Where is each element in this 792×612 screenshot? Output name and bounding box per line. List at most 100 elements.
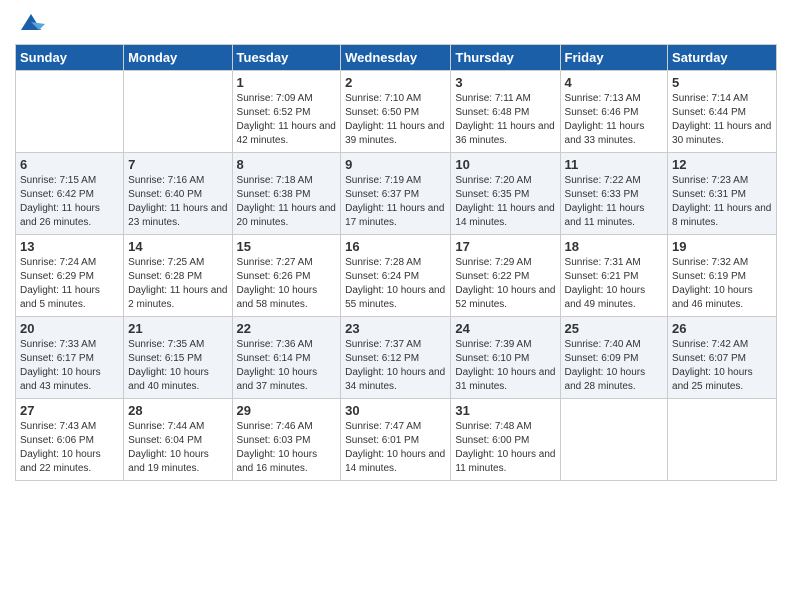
week-row-3: 13 Sunrise: 7:24 AM Sunset: 6:29 PM Dayli… (16, 235, 777, 317)
day-number: 31 (455, 403, 555, 418)
weekday-header-tuesday: Tuesday (232, 45, 341, 71)
day-number: 3 (455, 75, 555, 90)
week-row-5: 27Sunrise: 7:43 AM Sunset: 6:06 PM Dayli… (16, 399, 777, 481)
calendar-cell: 13 Sunrise: 7:24 AM Sunset: 6:29 PM Dayli… (16, 235, 124, 317)
day-number: 12 (672, 157, 772, 172)
weekday-header-friday: Friday (560, 45, 668, 71)
calendar-cell: 5 Sunrise: 7:14 AM Sunset: 6:44 PM Daylig… (668, 71, 777, 153)
day-number: 16 (345, 239, 446, 254)
week-row-1: 1Sunrise: 7:09 AM Sunset: 6:52 PM Daylig… (16, 71, 777, 153)
day-number: 6 (20, 157, 119, 172)
day-number: 27 (20, 403, 119, 418)
calendar-cell: 8 Sunrise: 7:18 AM Sunset: 6:38 PM Daylig… (232, 153, 341, 235)
calendar-cell (668, 399, 777, 481)
weekday-header-thursday: Thursday (451, 45, 560, 71)
day-number: 22 (237, 321, 337, 336)
day-info: Sunrise: 7:19 AM Sunset: 6:37 PM Dayligh… (345, 174, 446, 230)
logo (15, 10, 45, 36)
weekday-header-wednesday: Wednesday (341, 45, 451, 71)
calendar-cell: 20 Sunrise: 7:33 AM Sunset: 6:17 PM Dayli… (16, 317, 124, 399)
calendar-cell (560, 399, 668, 481)
weekday-header-monday: Monday (124, 45, 232, 71)
day-info: Sunrise: 7:23 AM Sunset: 6:31 PM Dayligh… (672, 174, 772, 230)
day-number: 19 (672, 239, 772, 254)
day-info: Sunrise: 7:29 AM Sunset: 6:22 PM Dayligh… (455, 256, 555, 312)
calendar-cell: 24 Sunrise: 7:39 AM Sunset: 6:10 PM Dayli… (451, 317, 560, 399)
calendar-cell: 30 Sunrise: 7:47 AM Sunset: 6:01 PM Dayli… (341, 399, 451, 481)
day-number: 17 (455, 239, 555, 254)
day-info: Sunrise: 7:31 AM Sunset: 6:21 PM Dayligh… (565, 256, 664, 312)
day-info: Sunrise: 7:35 AM Sunset: 6:15 PM Dayligh… (128, 338, 227, 394)
day-number: 10 (455, 157, 555, 172)
calendar-cell (124, 71, 232, 153)
day-info: Sunrise: 7:44 AM Sunset: 6:04 PM Dayligh… (128, 420, 227, 476)
calendar-cell: 9 Sunrise: 7:19 AM Sunset: 6:37 PM Daylig… (341, 153, 451, 235)
calendar-body: 1Sunrise: 7:09 AM Sunset: 6:52 PM Daylig… (16, 71, 777, 481)
day-info: Sunrise: 7:15 AM Sunset: 6:42 PM Dayligh… (20, 174, 119, 230)
calendar-cell: 31 Sunrise: 7:48 AM Sunset: 6:00 PM Dayli… (451, 399, 560, 481)
day-number: 8 (237, 157, 337, 172)
day-number: 11 (565, 157, 664, 172)
day-number: 9 (345, 157, 446, 172)
calendar-cell: 10Sunrise: 7:20 AM Sunset: 6:35 PM Dayli… (451, 153, 560, 235)
page: SundayMondayTuesdayWednesdayThursdayFrid… (0, 0, 792, 491)
calendar-cell: 12 Sunrise: 7:23 AM Sunset: 6:31 PM Dayli… (668, 153, 777, 235)
day-number: 20 (20, 321, 119, 336)
week-row-4: 20 Sunrise: 7:33 AM Sunset: 6:17 PM Dayli… (16, 317, 777, 399)
day-number: 7 (128, 157, 227, 172)
weekday-header-sunday: Sunday (16, 45, 124, 71)
day-number: 2 (345, 75, 446, 90)
day-info: Sunrise: 7:47 AM Sunset: 6:01 PM Dayligh… (345, 420, 446, 476)
calendar-cell: 26Sunrise: 7:42 AM Sunset: 6:07 PM Dayli… (668, 317, 777, 399)
day-number: 18 (565, 239, 664, 254)
calendar-cell: 18 Sunrise: 7:31 AM Sunset: 6:21 PM Dayli… (560, 235, 668, 317)
day-info: Sunrise: 7:33 AM Sunset: 6:17 PM Dayligh… (20, 338, 119, 394)
day-info: Sunrise: 7:10 AM Sunset: 6:50 PM Dayligh… (345, 92, 446, 148)
day-info: Sunrise: 7:32 AM Sunset: 6:19 PM Dayligh… (672, 256, 772, 312)
calendar-cell: 16 Sunrise: 7:28 AM Sunset: 6:24 PM Dayli… (341, 235, 451, 317)
day-info: Sunrise: 7:39 AM Sunset: 6:10 PM Dayligh… (455, 338, 555, 394)
day-info: Sunrise: 7:42 AM Sunset: 6:07 PM Dayligh… (672, 338, 772, 394)
calendar-cell: 15Sunrise: 7:27 AM Sunset: 6:26 PM Dayli… (232, 235, 341, 317)
day-info: Sunrise: 7:48 AM Sunset: 6:00 PM Dayligh… (455, 420, 555, 476)
day-info: Sunrise: 7:14 AM Sunset: 6:44 PM Dayligh… (672, 92, 772, 148)
day-number: 5 (672, 75, 772, 90)
calendar-cell: 11Sunrise: 7:22 AM Sunset: 6:33 PM Dayli… (560, 153, 668, 235)
day-info: Sunrise: 7:25 AM Sunset: 6:28 PM Dayligh… (128, 256, 227, 312)
day-number: 30 (345, 403, 446, 418)
calendar-table: SundayMondayTuesdayWednesdayThursdayFrid… (15, 44, 777, 481)
calendar-cell: 29 Sunrise: 7:46 AM Sunset: 6:03 PM Dayli… (232, 399, 341, 481)
logo-icon (17, 8, 45, 36)
day-info: Sunrise: 7:46 AM Sunset: 6:03 PM Dayligh… (237, 420, 337, 476)
day-info: Sunrise: 7:37 AM Sunset: 6:12 PM Dayligh… (345, 338, 446, 394)
header (15, 10, 777, 36)
calendar-cell: 1Sunrise: 7:09 AM Sunset: 6:52 PM Daylig… (232, 71, 341, 153)
day-info: Sunrise: 7:18 AM Sunset: 6:38 PM Dayligh… (237, 174, 337, 230)
calendar-cell: 21Sunrise: 7:35 AM Sunset: 6:15 PM Dayli… (124, 317, 232, 399)
day-info: Sunrise: 7:24 AM Sunset: 6:29 PM Dayligh… (20, 256, 119, 312)
day-number: 13 (20, 239, 119, 254)
day-number: 29 (237, 403, 337, 418)
day-number: 25 (565, 321, 664, 336)
day-number: 14 (128, 239, 227, 254)
calendar-cell (16, 71, 124, 153)
day-info: Sunrise: 7:13 AM Sunset: 6:46 PM Dayligh… (565, 92, 664, 148)
day-info: Sunrise: 7:40 AM Sunset: 6:09 PM Dayligh… (565, 338, 664, 394)
calendar-cell: 25 Sunrise: 7:40 AM Sunset: 6:09 PM Dayli… (560, 317, 668, 399)
day-number: 1 (237, 75, 337, 90)
day-number: 23 (345, 321, 446, 336)
weekday-header-row: SundayMondayTuesdayWednesdayThursdayFrid… (16, 45, 777, 71)
day-info: Sunrise: 7:36 AM Sunset: 6:14 PM Dayligh… (237, 338, 337, 394)
day-info: Sunrise: 7:16 AM Sunset: 6:40 PM Dayligh… (128, 174, 227, 230)
calendar-cell: 6 Sunrise: 7:15 AM Sunset: 6:42 PM Daylig… (16, 153, 124, 235)
calendar-cell: 27Sunrise: 7:43 AM Sunset: 6:06 PM Dayli… (16, 399, 124, 481)
calendar-cell: 28 Sunrise: 7:44 AM Sunset: 6:04 PM Dayli… (124, 399, 232, 481)
calendar-cell: 3Sunrise: 7:11 AM Sunset: 6:48 PM Daylig… (451, 71, 560, 153)
calendar-cell: 4Sunrise: 7:13 AM Sunset: 6:46 PM Daylig… (560, 71, 668, 153)
day-info: Sunrise: 7:27 AM Sunset: 6:26 PM Dayligh… (237, 256, 337, 312)
day-number: 28 (128, 403, 227, 418)
day-info: Sunrise: 7:28 AM Sunset: 6:24 PM Dayligh… (345, 256, 446, 312)
day-number: 24 (455, 321, 555, 336)
calendar-cell: 22 Sunrise: 7:36 AM Sunset: 6:14 PM Dayli… (232, 317, 341, 399)
calendar-cell: 14 Sunrise: 7:25 AM Sunset: 6:28 PM Dayli… (124, 235, 232, 317)
